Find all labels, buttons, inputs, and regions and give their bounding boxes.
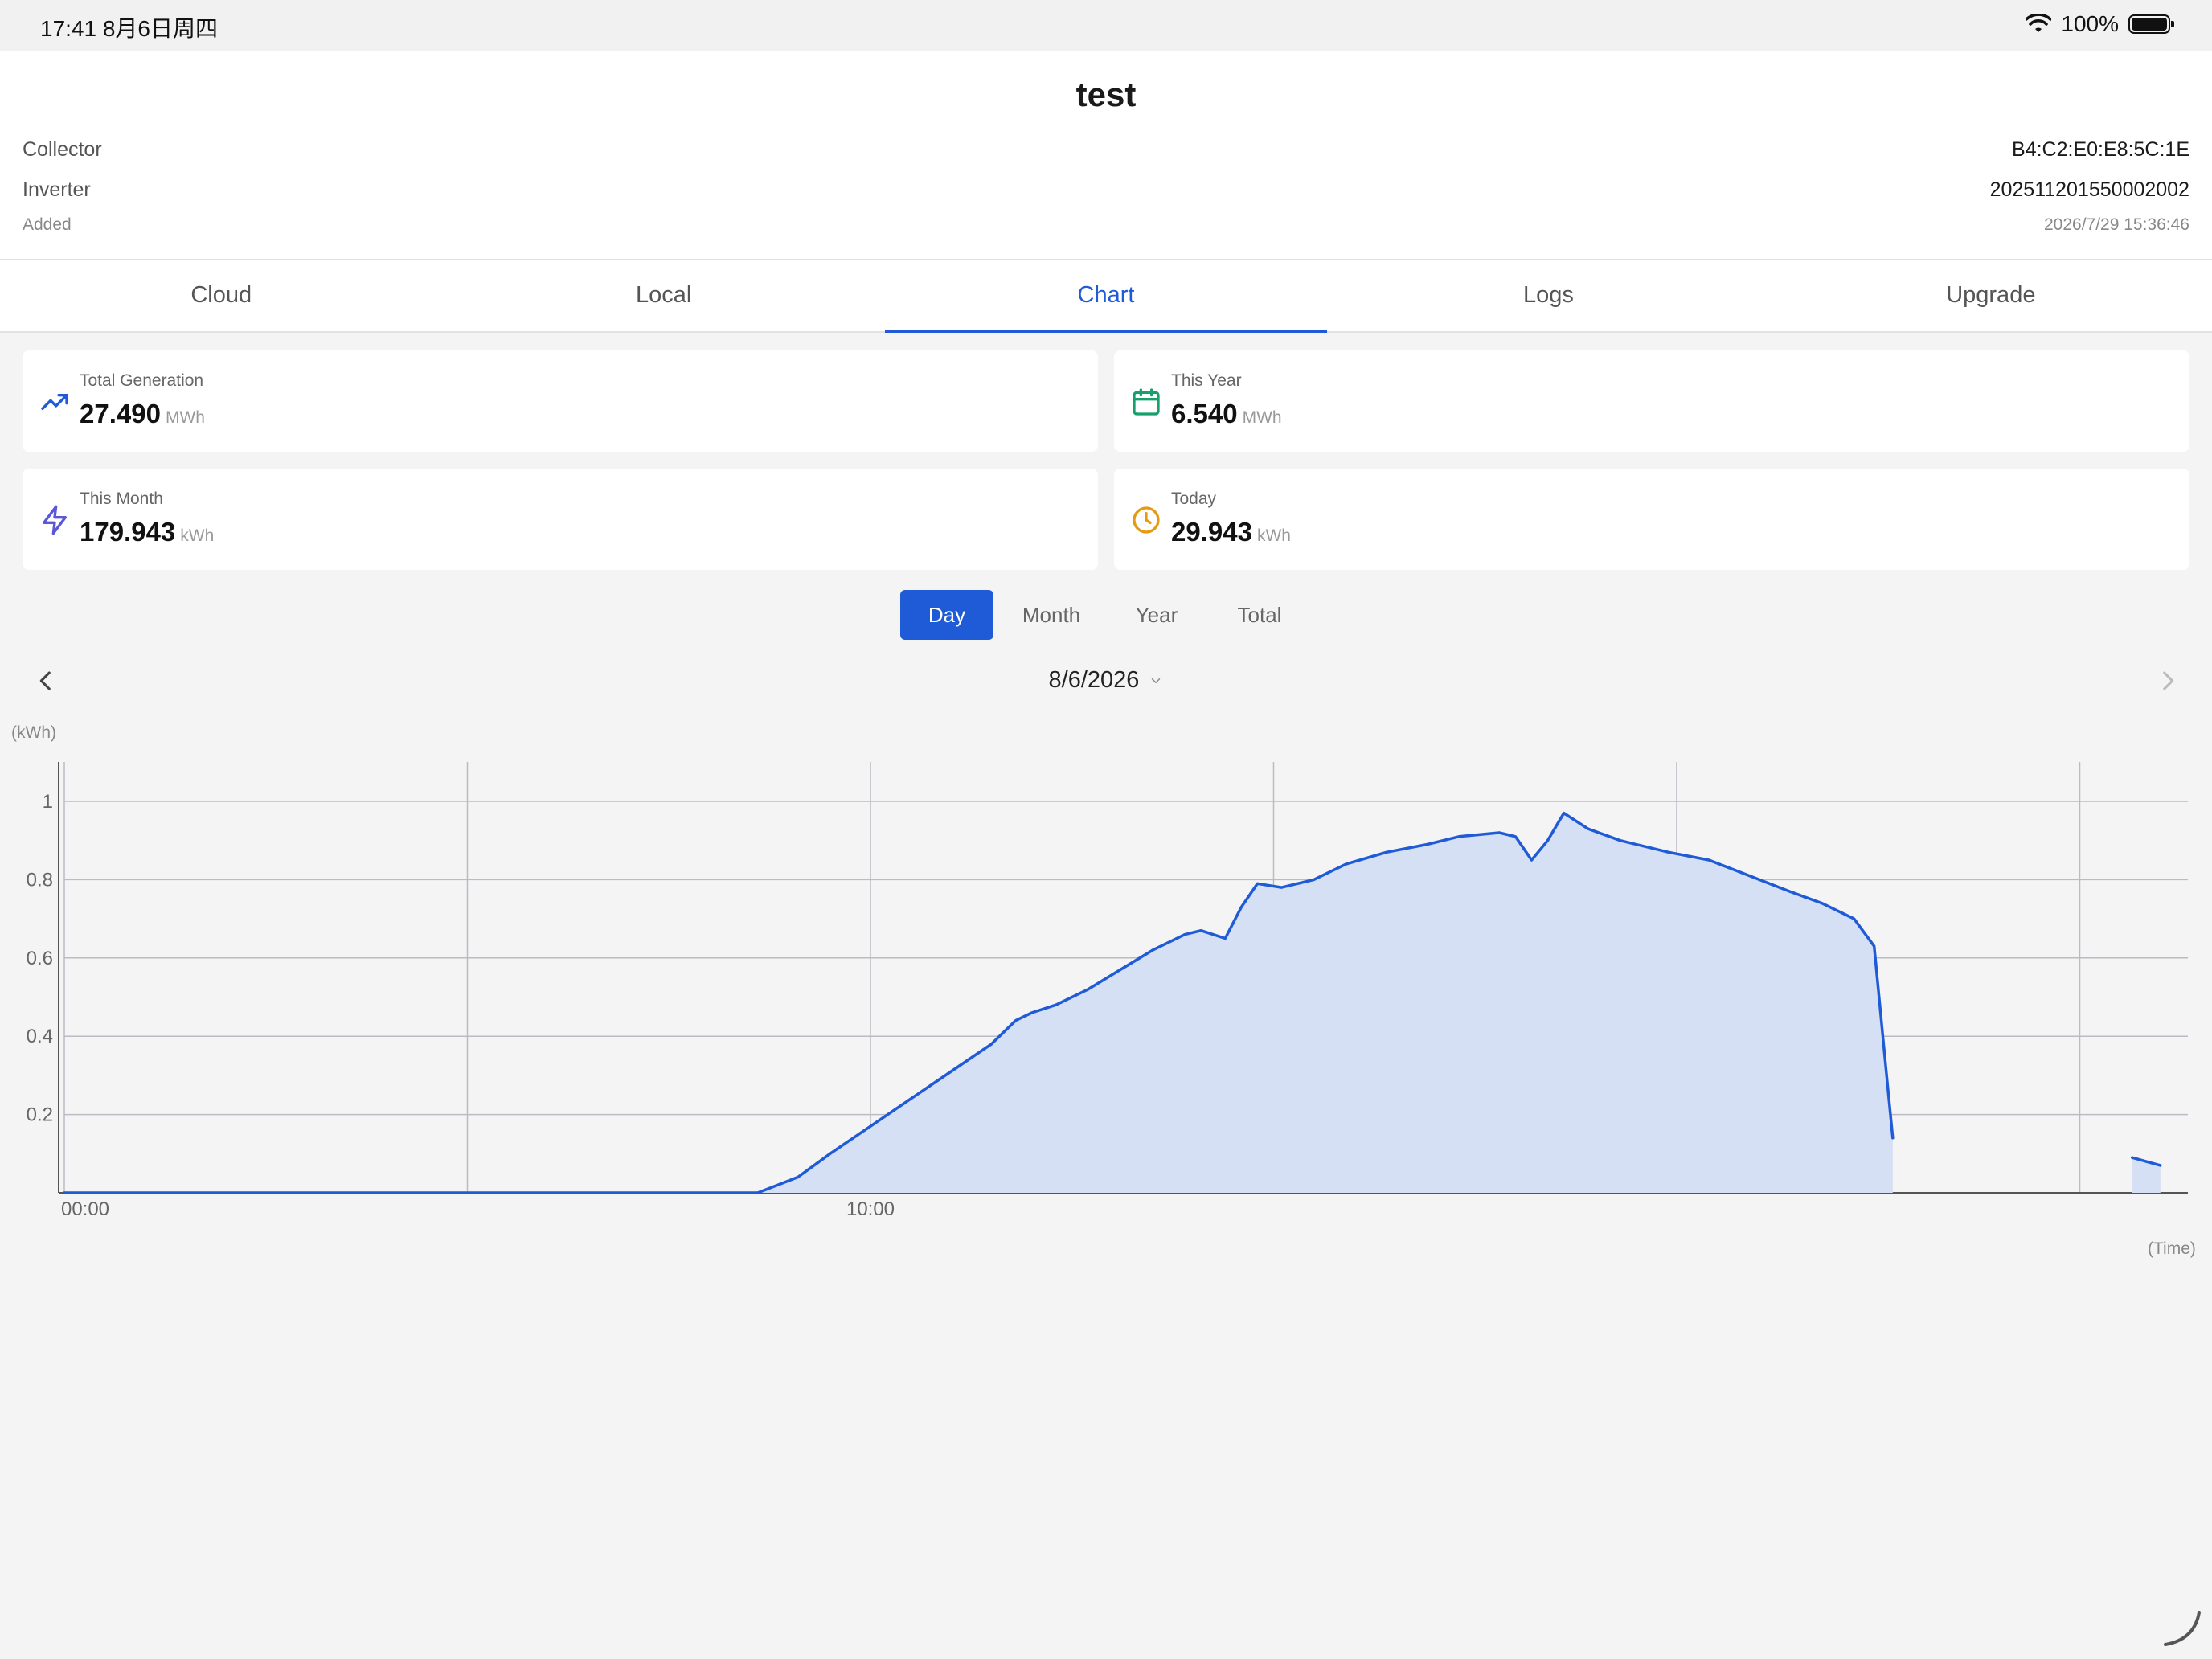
tab-upgrade[interactable]: Upgrade	[1770, 260, 2212, 331]
lightning-icon	[43, 505, 68, 535]
inverter-row: Inverter 202511201550002002	[23, 178, 2189, 202]
stat-value: 27.490	[80, 399, 161, 428]
stat-unit: kWh	[1256, 526, 1291, 545]
added-label: Added	[23, 215, 72, 234]
tab-bar: Cloud Local Chart Logs Upgrade	[0, 260, 2212, 333]
date-selector[interactable]: 8/6/2026	[997, 667, 1215, 694]
chevron-left-icon[interactable]	[32, 667, 59, 694]
calendar-icon	[1133, 388, 1160, 416]
clock-icon	[1133, 506, 1160, 534]
chevron-right-icon[interactable]	[2154, 667, 2181, 694]
tab-cloud[interactable]: Cloud	[0, 260, 442, 331]
period-total-button[interactable]: Total	[1204, 590, 1315, 640]
added-value: 2026/7/29 15:36:46	[2043, 215, 2189, 234]
wifi-icon	[2026, 14, 2052, 32]
status-bar: 17:41 8月6日周四 100%	[0, 0, 2212, 51]
stat-card-total-generation: Total Generation 27.490 MWh	[23, 350, 1098, 452]
battery-icon	[2128, 14, 2174, 34]
stat-value-wrap: 29.943 kWh	[1171, 517, 1291, 547]
tab-chart[interactable]: Chart	[884, 260, 1328, 333]
device-header: test Collector B4:C2:E0:E8:5C:1E Inverte…	[0, 51, 2212, 260]
stat-unit: kWh	[180, 526, 215, 545]
y-tick-label: 0.2	[27, 1104, 53, 1126]
status-time: 17:41 8月6日周四	[40, 16, 218, 41]
stat-card-this-month: This Month 179.943 kWh	[23, 469, 1098, 570]
stat-value: 6.540	[1171, 399, 1238, 428]
stat-label: Today	[1171, 490, 1217, 508]
inverter-label: Inverter	[23, 178, 91, 201]
stat-value: 179.943	[80, 517, 176, 547]
y-tick-label: 1	[43, 791, 53, 813]
inverter-value: 202511201550002002	[1989, 178, 2189, 201]
period-day-button[interactable]: Day	[900, 590, 993, 640]
stat-value-wrap: 27.490 MWh	[80, 399, 205, 429]
stat-value-wrap: 179.943 kWh	[80, 517, 214, 547]
stat-card-this-year: This Year 6.540 MWh	[1114, 350, 2189, 452]
added-row: Added 2026/7/29 15:36:46	[23, 215, 2189, 235]
x-tick-label: 00:00	[61, 1198, 109, 1220]
collector-value: B4:C2:E0:E8:5C:1E	[2012, 138, 2189, 161]
battery-percent: 100%	[2061, 11, 2119, 36]
y-tick-label: 0.8	[27, 869, 53, 891]
x-tick-label: 10:00	[846, 1198, 895, 1220]
tab-logs[interactable]: Logs	[1327, 260, 1769, 331]
date-value: 8/6/2026	[1048, 667, 1140, 693]
stat-label: Total Generation	[80, 371, 204, 390]
device-title: test	[1075, 76, 1137, 113]
stat-value: 29.943	[1171, 517, 1252, 547]
stat-label: This Month	[80, 490, 163, 508]
period-selector: Day Month Year Total	[900, 590, 1315, 640]
period-month-button[interactable]: Month	[993, 590, 1109, 640]
period-year-button[interactable]: Year	[1109, 590, 1204, 640]
generation-chart: 0.2 0.4 0.6 0.8 1 00:00 10:00	[27, 762, 2188, 1220]
status-right: 100%	[2026, 11, 2174, 37]
stat-unit: MWh	[1242, 408, 1282, 427]
stat-label: This Year	[1171, 371, 1242, 390]
collector-label: Collector	[23, 138, 102, 161]
y-tick-label: 0.4	[27, 1026, 53, 1047]
stat-card-today: Today 29.943 kWh	[1114, 469, 2189, 570]
x-axis-unit-label: (Time)	[2148, 1239, 2196, 1258]
tab-local[interactable]: Local	[442, 260, 884, 331]
stat-unit: MWh	[165, 408, 205, 427]
y-tick-label: 0.6	[27, 948, 53, 969]
stat-value-wrap: 6.540 MWh	[1171, 399, 1282, 429]
series-area	[64, 813, 1893, 1193]
corner-indicator-icon	[2164, 1611, 2201, 1646]
collector-row: Collector B4:C2:E0:E8:5C:1E	[23, 138, 2189, 162]
chevron-down-icon	[1152, 678, 1161, 684]
trending-up-icon	[41, 394, 68, 410]
